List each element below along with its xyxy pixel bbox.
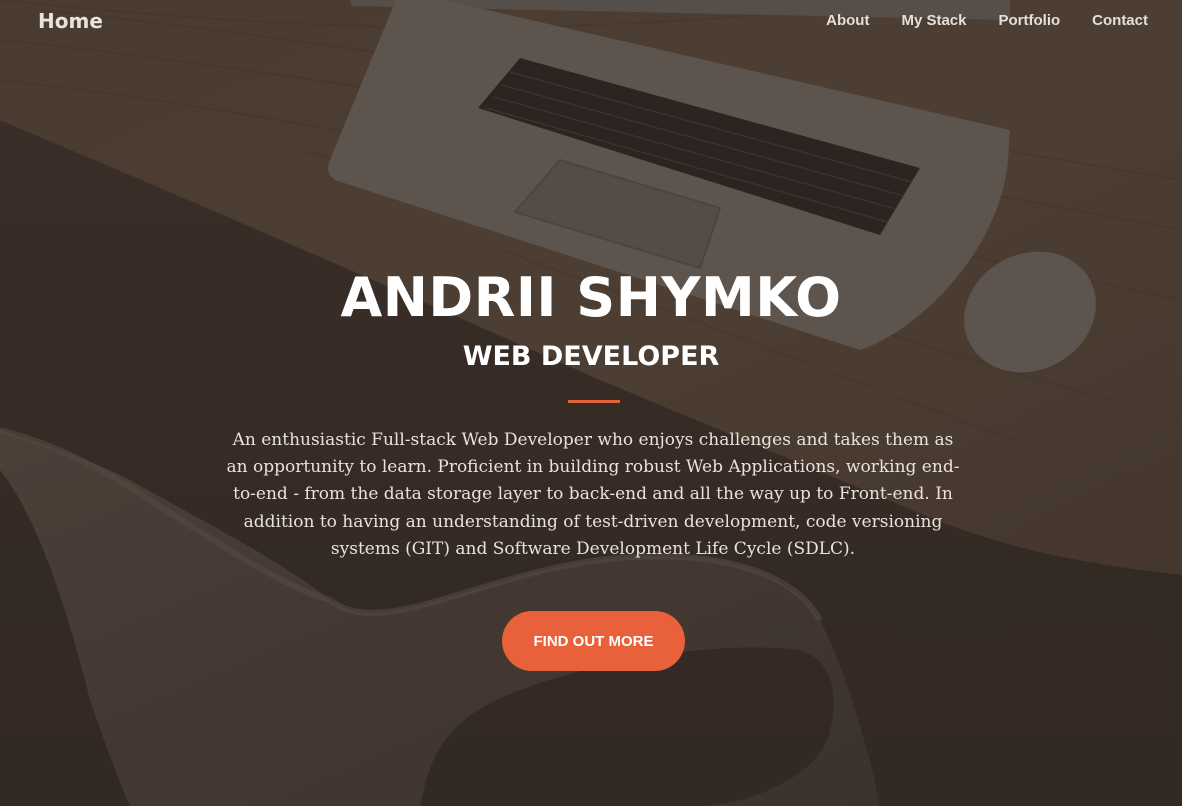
hero-section: Home About My Stack Portfolio Contact AN… [0,0,1182,806]
hero-name: ANDRII SHYMKO [340,266,842,329]
hero-role: WEB DEVELOPER [462,341,720,372]
accent-divider [568,400,620,403]
find-out-more-button[interactable]: FIND OUT MORE [502,611,685,671]
hero-summary: An enthusiastic Full-stack Web Developer… [226,430,960,559]
hero-content: ANDRII SHYMKO WEB DEVELOPER An enthusias… [0,0,1182,806]
